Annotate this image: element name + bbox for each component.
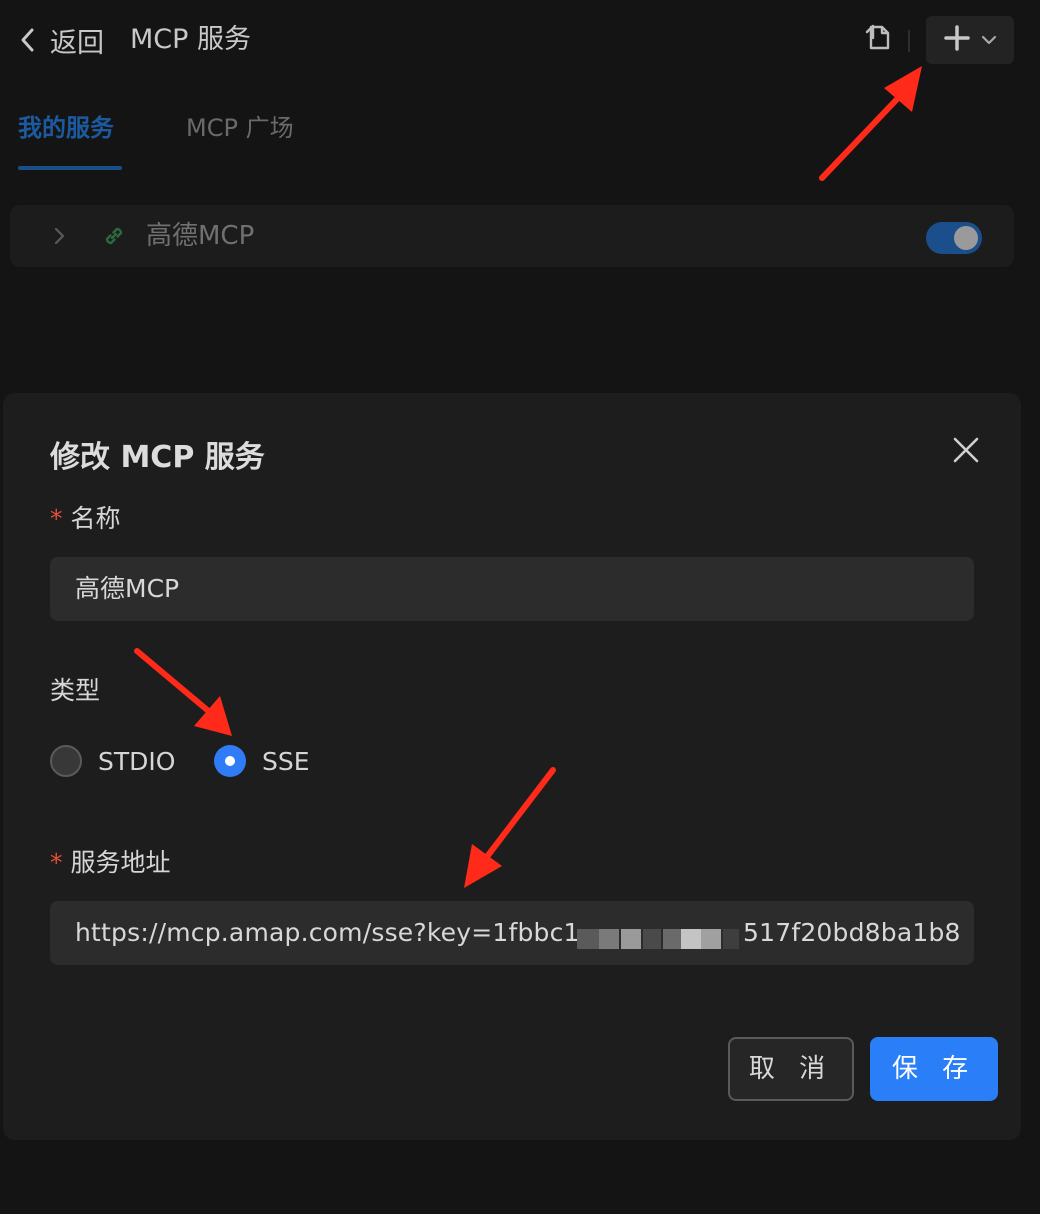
tab-bar: 我的服务 MCP 广场 xyxy=(0,100,1040,172)
url-label-text: 服务地址 xyxy=(70,848,171,877)
active-tab-indicator xyxy=(18,166,122,170)
service-url-field[interactable]: https://mcp.amap.com/sse?key=1fbbc1 517f… xyxy=(50,901,974,965)
tab-mcp-plaza[interactable]: MCP 广场 xyxy=(186,110,294,146)
radio-unchecked-icon xyxy=(50,745,82,777)
redaction-mosaic xyxy=(577,901,743,965)
service-name: 高德MCP xyxy=(146,221,255,251)
save-button[interactable]: 保 存 xyxy=(870,1037,998,1101)
name-label-text: 名称 xyxy=(70,504,121,533)
chevron-left-icon xyxy=(18,25,38,55)
header-bar: 返回 MCP 服务 xyxy=(0,0,1040,82)
service-enabled-toggle[interactable] xyxy=(926,222,982,254)
edit-mcp-modal: 修改 MCP 服务 * 名称 高德MCP 类型 STDIO SSE * 服务地址 h… xyxy=(3,393,1021,1140)
modal-title: 修改 MCP 服务 xyxy=(50,440,265,475)
url-label: * 服务地址 xyxy=(50,845,171,881)
required-mark: * xyxy=(50,848,63,877)
add-service-button[interactable] xyxy=(926,16,1014,64)
radio-sse-label: SSE xyxy=(262,746,310,776)
close-button[interactable] xyxy=(949,433,983,467)
header-divider xyxy=(908,30,910,52)
document-import-icon xyxy=(865,22,893,56)
name-field[interactable]: 高德MCP xyxy=(50,557,974,621)
link-icon xyxy=(100,222,128,254)
plus-icon xyxy=(943,24,971,56)
radio-stdio[interactable]: STDIO xyxy=(50,743,175,779)
import-button[interactable] xyxy=(862,22,896,56)
type-label: 类型 xyxy=(50,676,101,705)
chevron-right-icon[interactable] xyxy=(52,226,66,250)
name-label: * 名称 xyxy=(50,501,121,537)
cancel-button[interactable]: 取 消 xyxy=(728,1037,854,1101)
tab-my-services[interactable]: 我的服务 xyxy=(18,110,114,146)
close-icon xyxy=(949,437,983,471)
toggle-knob xyxy=(954,226,978,250)
url-value-start: https://mcp.amap.com/sse?key=1fbbc1 xyxy=(75,918,580,947)
page-title: MCP 服务 xyxy=(130,24,252,55)
service-row[interactable]: 高德MCP xyxy=(10,205,1014,267)
required-mark: * xyxy=(50,504,63,533)
back-label: 返回 xyxy=(50,27,104,59)
radio-checked-icon xyxy=(214,745,246,777)
url-value-end: 517f20bd8ba1b8 xyxy=(743,918,961,947)
radio-sse[interactable]: SSE xyxy=(214,743,310,779)
back-button[interactable]: 返回 xyxy=(18,20,104,60)
radio-stdio-label: STDIO xyxy=(98,746,176,776)
chevron-down-icon xyxy=(981,31,997,50)
